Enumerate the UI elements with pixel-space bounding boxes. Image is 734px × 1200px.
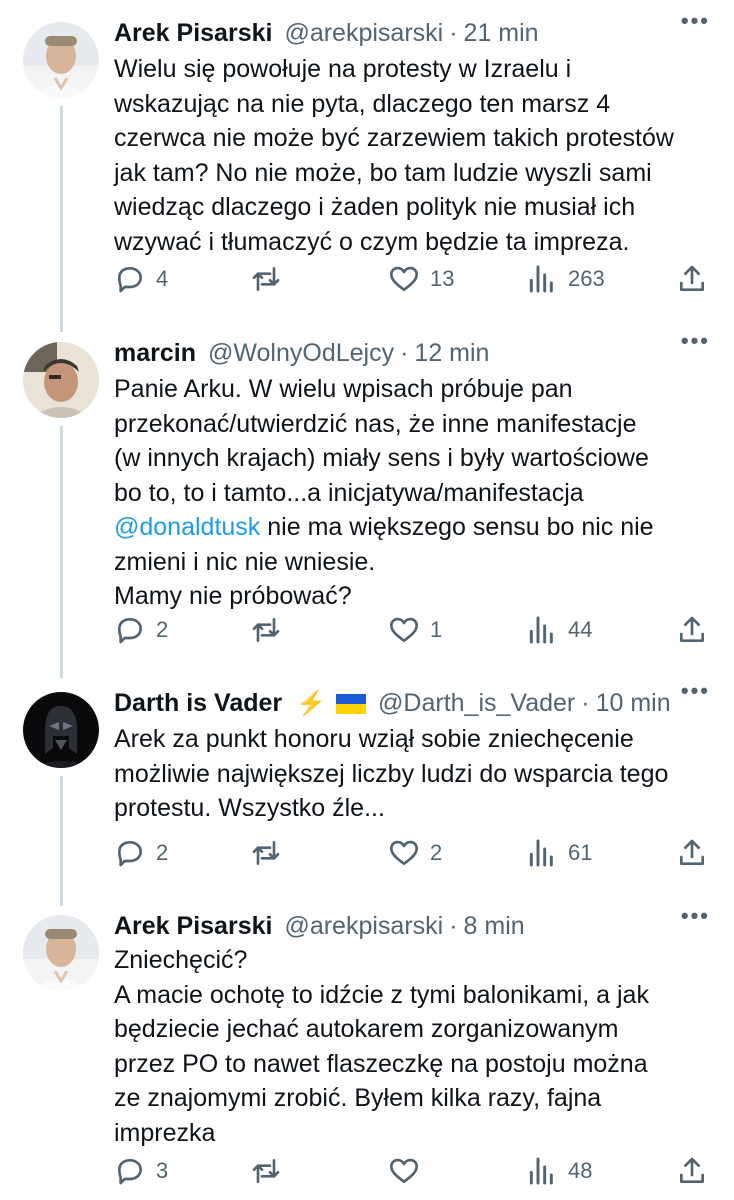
tweet[interactable]: Arek Pisarski @arekpisarski · 8 min ••• …: [0, 895, 734, 1200]
views-button[interactable]: 44: [526, 612, 592, 648]
tweet-header: Arek Pisarski @arekpisarski · 8 min: [114, 908, 714, 944]
share-button[interactable]: [676, 1153, 708, 1189]
like-button[interactable]: 2: [388, 835, 442, 871]
lightning-emoji: ⚡: [296, 689, 327, 717]
retweet-icon: [252, 1159, 280, 1183]
tweet-header: marcin @WolnyOdLejcy · 12 min: [114, 335, 714, 371]
tweet-text-part: Panie Arku. W wielu wpisach próbuje pan …: [114, 375, 649, 507]
like-button[interactable]: 1: [388, 612, 442, 648]
tweet-text: Panie Arku. W wielu wpisach próbuje pan …: [114, 372, 720, 614]
reply-icon: [118, 1159, 142, 1185]
more-icon[interactable]: •••: [681, 903, 710, 929]
separator-dot: ·: [581, 688, 590, 717]
timestamp[interactable]: 21 min: [464, 19, 539, 48]
like-icon: [390, 840, 418, 865]
share-icon: [680, 839, 704, 865]
retweet-button[interactable]: [250, 261, 292, 297]
like-button[interactable]: [388, 1153, 430, 1189]
tweet[interactable]: Arek Pisarski @arekpisarski · 21 min •••…: [0, 0, 734, 320]
tweet-text: Zniechęcić? A macie ochotę to idźcie z t…: [114, 946, 649, 1147]
tweet-text: Wielu się powołuje na protesty w Izraelu…: [114, 55, 674, 256]
share-icon: [680, 265, 704, 291]
tweet[interactable]: Darth is Vader ⚡ @Darth_is_Vader · 10 mi…: [0, 670, 734, 895]
like-button[interactable]: 13: [388, 261, 454, 297]
user-handle[interactable]: @arekpisarski: [284, 912, 443, 941]
timestamp[interactable]: 8 min: [464, 912, 525, 941]
avatar[interactable]: [23, 22, 99, 98]
share-icon: [680, 1157, 704, 1183]
reply-count: 4: [156, 266, 169, 291]
view-count: 48: [568, 1158, 593, 1183]
ukraine-flag-icon: [336, 694, 367, 714]
reply-button[interactable]: 2: [114, 835, 168, 871]
like-icon: [390, 617, 418, 642]
views-icon: [529, 839, 553, 867]
avatar[interactable]: [23, 692, 99, 768]
retweet-icon: [252, 618, 280, 642]
user-handle[interactable]: @Darth_is_Vader: [378, 689, 575, 718]
like-count: 2: [430, 840, 443, 865]
action-bar: 2 1 44: [114, 612, 714, 648]
avatar[interactable]: [23, 915, 99, 991]
share-icon: [680, 616, 704, 642]
like-icon: [390, 266, 418, 291]
reply-count: 3: [156, 1158, 169, 1183]
retweet-button[interactable]: [250, 835, 292, 871]
more-icon[interactable]: •••: [681, 328, 710, 354]
tweet-text: Arek za punkt honoru wziął sobie zniechę…: [114, 725, 669, 822]
reply-icon: [118, 618, 142, 644]
retweet-icon: [252, 267, 280, 291]
timestamp[interactable]: 10 min: [596, 689, 671, 718]
views-button[interactable]: 61: [526, 835, 592, 871]
reply-icon: [118, 841, 142, 867]
action-bar: 3 48: [114, 1153, 714, 1189]
display-name[interactable]: marcin: [114, 339, 196, 368]
separator-dot: ·: [400, 338, 409, 367]
tweet[interactable]: marcin @WolnyOdLejcy · 12 min ••• Panie …: [0, 320, 734, 670]
views-icon: [529, 265, 553, 293]
views-button[interactable]: 48: [526, 1153, 592, 1189]
view-count: 44: [568, 617, 593, 642]
reply-icon: [118, 267, 142, 293]
action-bar: 4 13 263: [114, 261, 714, 297]
tweet-header: Arek Pisarski @arekpisarski · 21 min: [114, 15, 714, 51]
timestamp[interactable]: 12 min: [414, 339, 489, 368]
user-mention-link[interactable]: @donaldtusk: [114, 513, 260, 541]
reply-button[interactable]: 4: [114, 261, 168, 297]
share-button[interactable]: [676, 612, 708, 648]
tweet-header: Darth is Vader ⚡ @Darth_is_Vader · 10 mi…: [114, 685, 714, 721]
display-name[interactable]: Darth is Vader: [114, 689, 282, 718]
like-count: 1: [430, 617, 443, 642]
avatar[interactable]: [23, 342, 99, 418]
reply-button[interactable]: 3: [114, 1153, 168, 1189]
view-count: 263: [568, 266, 605, 291]
retweet-button[interactable]: [250, 1153, 292, 1189]
reply-button[interactable]: 2: [114, 612, 168, 648]
retweet-icon: [252, 841, 280, 865]
action-bar: 2 2 61: [114, 835, 714, 871]
like-count: 13: [430, 266, 455, 291]
user-handle[interactable]: @arekpisarski: [284, 19, 443, 48]
separator-dot: ·: [449, 911, 458, 940]
user-handle[interactable]: @WolnyOdLejcy: [208, 339, 394, 368]
views-icon: [529, 616, 553, 644]
more-icon[interactable]: •••: [681, 678, 710, 704]
display-name[interactable]: Arek Pisarski: [114, 912, 272, 941]
share-button[interactable]: [676, 261, 708, 297]
view-count: 61: [568, 840, 593, 865]
retweet-button[interactable]: [250, 612, 292, 648]
like-icon: [390, 1158, 418, 1183]
separator-dot: ·: [449, 18, 458, 47]
views-icon: [529, 1157, 553, 1185]
views-button[interactable]: 263: [526, 261, 605, 297]
reply-count: 2: [156, 840, 169, 865]
reply-count: 2: [156, 617, 169, 642]
share-button[interactable]: [676, 835, 708, 871]
more-icon[interactable]: •••: [681, 8, 710, 34]
display-name[interactable]: Arek Pisarski: [114, 19, 272, 48]
